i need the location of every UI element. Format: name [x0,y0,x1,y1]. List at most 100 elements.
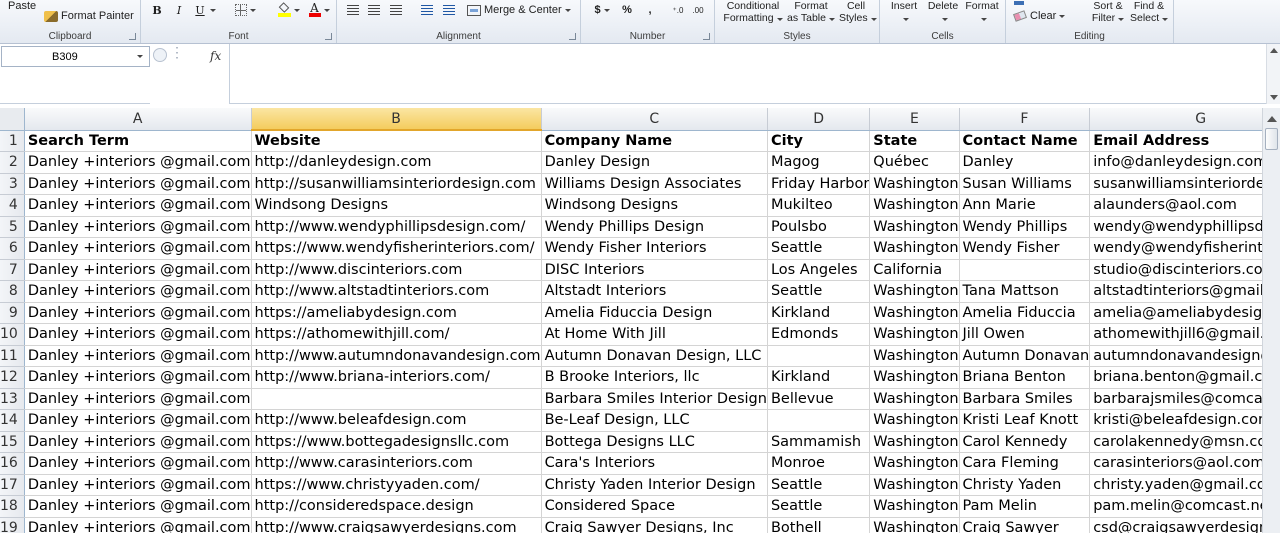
grid-cell[interactable]: Washington [869,517,960,533]
header-cell[interactable]: Website [251,130,542,152]
grid-cell[interactable]: autumndonavandesign@ho [1089,345,1262,367]
grid-cell[interactable]: Craig Sawyer Designs, Inc [541,517,768,533]
grid-cell[interactable]: Danley Design [541,151,768,174]
grid-cell[interactable]: Washington [869,237,960,260]
grid-cell[interactable]: Québec [869,151,960,174]
grid-cell[interactable]: Bothell [767,517,871,533]
grid-cell[interactable]: http://www.wendyphillipsdesign.com/ [251,216,542,238]
grid-cell[interactable]: Susan Williams [959,173,1091,195]
formula-bar-splitter-icon[interactable]: ⋮ [170,44,185,61]
grid-cell[interactable]: Seattle [767,280,871,303]
currency-button[interactable]: $ [589,2,615,18]
grid-cell[interactable]: Friday Harbor [767,173,871,195]
scroll-thumb[interactable] [1265,128,1278,150]
increase-indent-button[interactable] [441,2,457,18]
grid-cell[interactable]: Washington [869,323,960,346]
grid-cell[interactable]: Danley +interiors @gmail.com [24,452,252,475]
grid-cell[interactable]: Danley +interiors @gmail.com [24,259,252,281]
sort-filter-button[interactable]: Sort & Filter [1090,0,1126,24]
decrease-decimal-button[interactable]: .00 [689,2,707,18]
grid-cell[interactable]: kristi@beleafdesign.com [1089,409,1262,432]
grid-cell[interactable]: https://www.bottegadesignsllc.com [251,431,542,453]
grid-cell[interactable]: Pam Melin [959,495,1091,518]
format-button[interactable]: Format [964,0,1000,24]
grid-cell[interactable]: Kirkland [767,302,871,324]
decrease-indent-button[interactable] [419,2,435,18]
grid-cell[interactable]: Washington [869,194,960,217]
grid-cell[interactable]: Wendy Phillips [959,216,1091,238]
grid-cell[interactable]: Barbara Smiles Interior Design [541,388,768,410]
row-header[interactable]: 13 [0,388,25,410]
align-center-button[interactable] [366,2,382,18]
name-box-dropdown-icon[interactable] [137,55,143,58]
clear-button[interactable]: Clear [1012,9,1066,23]
header-cell[interactable]: State [869,130,960,152]
column-header-a[interactable]: A [24,108,252,131]
grid-cell[interactable]: Barbara Smiles [959,388,1091,410]
insert-button[interactable]: Insert [888,0,920,24]
select-all-corner[interactable] [0,108,25,131]
column-header-c[interactable]: C [541,108,768,131]
grid-cell[interactable]: Wendy Fisher Interiors [541,237,768,260]
row-header[interactable]: 8 [0,280,25,303]
align-right-button[interactable] [388,2,404,18]
grid-cell[interactable]: Cara's Interiors [541,452,768,475]
grid-cell[interactable]: susanwilliamsinteriordesign [1089,173,1262,195]
column-header-b[interactable]: B [251,108,542,131]
row-header[interactable]: 2 [0,151,25,174]
row-header[interactable]: 3 [0,173,25,195]
grid-cell[interactable]: wendy@wendyfisherinterio [1089,237,1262,260]
grid-cell[interactable]: Craig Sawyer [959,517,1091,533]
grid-cell[interactable]: http://susanwilliamsinteriordesign.com [251,173,542,195]
number-launcher-icon[interactable] [703,33,710,40]
grid-cell[interactable]: B Brooke Interiors, llc [541,366,768,389]
grid-cell[interactable]: pam.melin@comcast.net [1089,495,1262,518]
grid-cell[interactable]: Danley +interiors @gmail.com [24,345,252,367]
delete-button[interactable]: Delete [926,0,960,24]
grid-cell[interactable]: amelia@ameliabydesign.con [1089,302,1262,324]
grid-cell[interactable]: Amelia Fiduccia [959,302,1091,324]
grid-cell[interactable]: Washington [869,366,960,389]
column-header-g[interactable]: G [1089,108,1262,131]
column-header-e[interactable]: E [869,108,960,131]
grid-cell[interactable]: carasinteriors@aol.com [1089,452,1262,475]
grid-cell[interactable]: Monroe [767,452,871,475]
row-header[interactable]: 19 [0,517,25,533]
percent-button[interactable]: % [619,2,635,18]
grid-cell[interactable]: Seattle [767,237,871,260]
paste-button[interactable]: Paste [8,0,36,12]
grid-cell[interactable]: Ann Marie [959,194,1091,217]
grid-cell[interactable]: Jill Owen [959,323,1091,346]
grid-cell[interactable]: Kirkland [767,366,871,389]
fill-color-button[interactable] [275,1,303,19]
grid-cell[interactable]: Windsong Designs [251,194,542,217]
grid-cell[interactable]: DISC Interiors [541,259,768,281]
grid-cell[interactable]: Poulsbo [767,216,871,238]
grid-cell[interactable]: http://www.altstadtinteriors.com [251,280,542,303]
grid-cell[interactable]: Amelia Fiduccia Design [541,302,768,324]
row-header[interactable]: 12 [0,366,25,389]
increase-decimal-button[interactable]: ⁺.0 [669,2,687,18]
font-launcher-icon[interactable] [325,33,332,40]
grid-cell[interactable]: http://www.autumndonavandesign.com [251,345,542,367]
grid-cell[interactable]: Danley +interiors @gmail.com [24,495,252,518]
format-painter-button[interactable]: Format Painter [44,8,134,24]
fill-icon[interactable] [1012,0,1026,6]
grid-cell[interactable]: http://danleydesign.com [251,151,542,174]
grid-cell[interactable]: Washington [869,216,960,238]
grid-cell[interactable]: altstadtinteriors@gmail.con [1089,280,1262,303]
grid-cell[interactable]: csd@craigsawyerdesigns.com [1089,517,1262,533]
grid-cell[interactable]: Washington [869,345,960,367]
grid-cell[interactable]: christy.yaden@gmail.com [1089,474,1262,496]
grid-cell[interactable]: http://www.discinteriors.com [251,259,542,281]
grid-cell[interactable]: Danley +interiors @gmail.com [24,366,252,389]
grid-cell[interactable]: https://www.wendyfisherinteriors.com/ [251,237,542,260]
grid-cell[interactable]: Christy Yaden [959,474,1091,496]
grid-cell[interactable]: http://consideredspace.design [251,495,542,518]
grid-cell[interactable]: Washington [869,452,960,475]
insert-function-button[interactable]: fx [210,49,221,63]
row-header[interactable]: 16 [0,452,25,475]
vertical-scrollbar[interactable] [1262,108,1280,533]
formula-scroll-down-icon[interactable] [1270,95,1278,100]
grid-cell[interactable]: Autumn Donavan Design, LLC [541,345,768,367]
